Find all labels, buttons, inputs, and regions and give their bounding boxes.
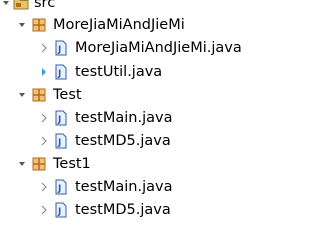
tree-node-label: MoreJiaMiAndJieMi.java [75,40,242,56]
chevron-down-icon[interactable] [1,0,11,14]
tree-node-package[interactable]: Test1 [0,153,261,175]
package-icon [32,88,46,102]
tree-node-label: testMD5.java [75,202,171,218]
tree-node-file[interactable]: J testUtil.java [0,61,261,83]
tree-node-file[interactable]: J testMD5.java [0,199,261,221]
package-icon [32,18,46,32]
tree-node-label: Test1 [53,156,91,172]
chevron-right-icon[interactable] [39,61,49,83]
source-folder-icon [13,0,29,10]
svg-text:J: J [57,184,61,194]
tree-node-label: testMain.java [75,179,173,195]
tree-node-file[interactable]: J testMain.java [0,107,261,129]
svg-text:J: J [57,115,61,125]
java-file-icon: J [55,179,67,195]
package-explorer-tree: src MoreJiaMiAndJieMi J MoreJiaMiAndJieM… [0,0,261,226]
java-file-icon: J [55,64,67,80]
tree-node-label: Test [53,87,82,103]
chevron-right-icon[interactable] [39,176,49,198]
tree-node-label: MoreJiaMiAndJieMi [53,17,185,33]
svg-text:J: J [57,207,61,217]
tree-node-label: testUtil.java [75,64,163,80]
package-icon [32,157,46,171]
tree-node-file[interactable]: J MoreJiaMiAndJieMi.java [0,37,261,59]
chevron-right-icon[interactable] [39,37,49,59]
tree-node-src[interactable]: src [0,0,261,14]
svg-text:J: J [57,69,61,79]
tree-node-package[interactable]: Test [0,84,261,106]
chevron-right-icon[interactable] [39,107,49,129]
chevron-down-icon[interactable] [17,14,27,36]
chevron-down-icon[interactable] [17,153,27,175]
java-file-icon: J [55,202,67,218]
tree-node-label: testMD5.java [75,133,171,149]
chevron-right-icon[interactable] [39,130,49,152]
java-file-icon: J [55,40,67,56]
chevron-right-icon[interactable] [39,199,49,221]
java-file-icon: J [55,133,67,149]
tree-node-label: src [34,0,56,11]
tree-node-label: testMain.java [75,110,173,126]
tree-node-file[interactable]: J testMain.java [0,176,261,198]
tree-node-package[interactable]: MoreJiaMiAndJieMi [0,14,261,36]
java-file-icon: J [55,110,67,126]
svg-text:J: J [57,138,61,148]
tree-node-file[interactable]: J testMD5.java [0,130,261,152]
chevron-down-icon[interactable] [17,84,27,106]
svg-text:J: J [57,45,61,55]
